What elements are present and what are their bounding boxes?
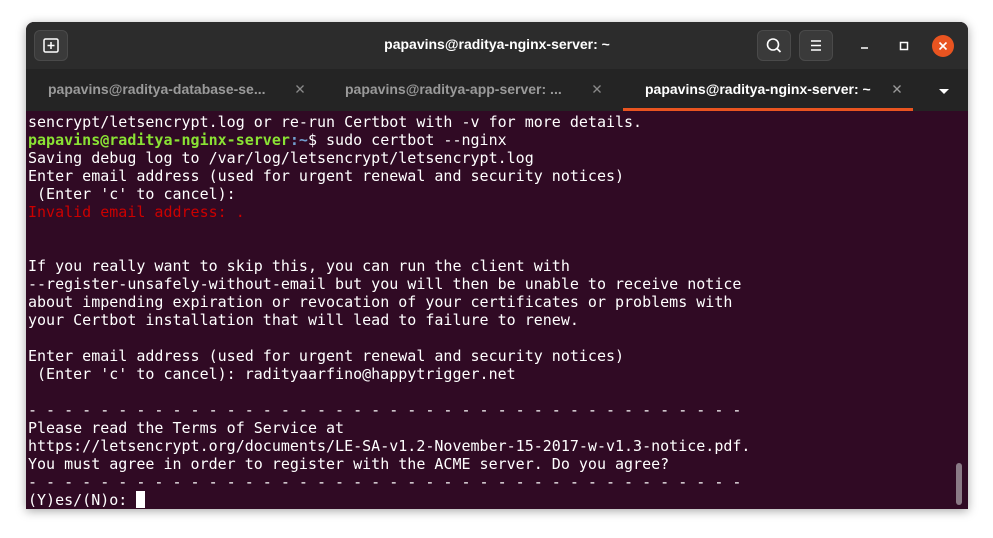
terminal-line: --register-unsafely-without-email but yo… xyxy=(28,275,742,293)
terminal-window: papavins@raditya-nginx-server: ~ papavin… xyxy=(26,22,968,509)
yes-no-prompt: (Y)es/(N)o: xyxy=(28,491,137,509)
prompt-user-host: papavins@raditya-nginx-server xyxy=(28,131,290,149)
terminal-separator: - - - - - - - - - - - - - - - - - - - - … xyxy=(28,401,742,419)
terminal-error-line: Invalid email address: . xyxy=(28,203,245,221)
close-icon[interactable] xyxy=(292,81,308,97)
tab-nginx-server[interactable]: papavins@raditya-nginx-server: ~ xyxy=(623,69,918,111)
tab-bar: papavins@raditya-database-se... papavins… xyxy=(26,69,968,111)
prompt-command: $ sudo certbot --nginx xyxy=(307,131,507,149)
terminal-line: If you really want to skip this, you can… xyxy=(28,257,570,275)
menu-button[interactable] xyxy=(799,30,833,61)
terminal-line: your Certbot installation that will lead… xyxy=(28,311,579,329)
tab-database-server[interactable]: papavins@raditya-database-se... xyxy=(26,69,321,111)
scrollbar-thumb[interactable] xyxy=(956,463,962,505)
minimize-icon[interactable] xyxy=(855,36,875,56)
terminal-line: (Enter 'c' to cancel): radityaarfino@hap… xyxy=(28,365,516,383)
terminal-line: Enter email address (used for urgent ren… xyxy=(28,347,625,365)
terminal-line: about impending expiration or revocation… xyxy=(28,293,733,311)
maximize-icon[interactable] xyxy=(894,36,914,56)
chevron-down-icon[interactable] xyxy=(934,83,954,99)
terminal-line: sencrypt/letsencrypt.log or re-run Certb… xyxy=(28,113,643,131)
close-icon[interactable] xyxy=(589,81,605,97)
terminal-line: https://letsencrypt.org/documents/LE-SA-… xyxy=(28,437,751,455)
terminal-line: Saving debug log to /var/log/letsencrypt… xyxy=(28,149,534,167)
terminal-line: You must agree in order to register with… xyxy=(28,455,670,473)
close-icon[interactable] xyxy=(889,81,905,97)
terminal-input-line[interactable]: (Y)es/(N)o: xyxy=(28,491,968,509)
tab-label: papavins@raditya-database-se... xyxy=(48,81,266,97)
terminal-output[interactable]: sencrypt/letsencrypt.log or re-run Certb… xyxy=(26,111,968,509)
prompt-path: :~ xyxy=(289,131,308,149)
tab-app-server[interactable]: papavins@raditya-app-server: ... xyxy=(323,69,618,111)
terminal-line: Enter email address (used for urgent ren… xyxy=(28,167,625,185)
search-button[interactable] xyxy=(757,30,791,61)
search-icon xyxy=(766,38,782,53)
terminal-separator: - - - - - - - - - - - - - - - - - - - - … xyxy=(28,473,742,491)
text-cursor xyxy=(136,491,146,508)
terminal-prompt-line: papavins@raditya-nginx-server:~$ sudo ce… xyxy=(28,131,968,149)
hamburger-menu-icon xyxy=(811,40,821,51)
terminal-line: (Enter 'c' to cancel): xyxy=(28,185,236,203)
tab-label: papavins@raditya-app-server: ... xyxy=(345,81,562,97)
tab-label: papavins@raditya-nginx-server: ~ xyxy=(645,81,871,97)
terminal-line: Please read the Terms of Service at xyxy=(28,419,345,437)
close-window-button[interactable] xyxy=(932,35,954,57)
title-bar[interactable]: papavins@raditya-nginx-server: ~ xyxy=(26,22,968,69)
close-icon xyxy=(938,41,948,51)
